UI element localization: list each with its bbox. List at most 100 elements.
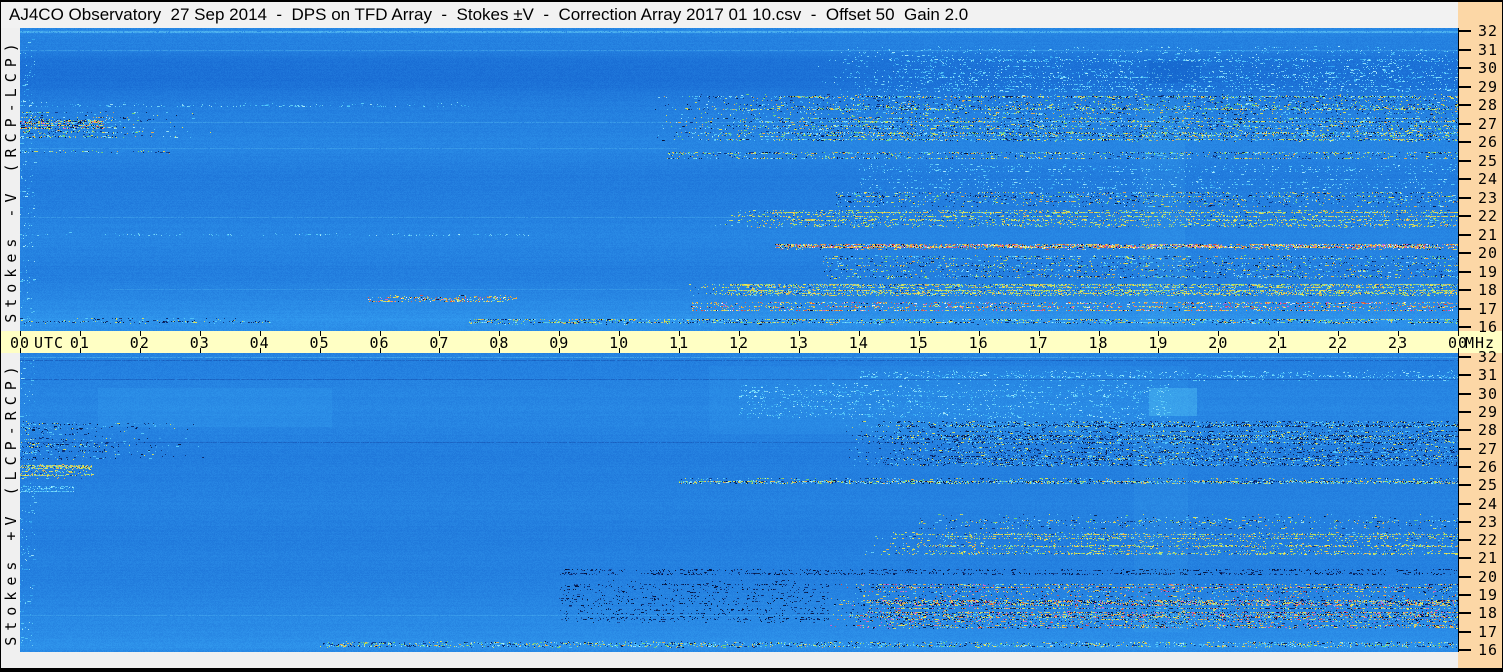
time-label: 09 (549, 334, 570, 352)
title-bar: AJ4CO Observatory 27 Sep 2014 - DPS on T… (1, 2, 1458, 28)
freq-tick (1458, 67, 1471, 69)
freq-tick (1458, 122, 1471, 125)
freq-tick (1458, 159, 1471, 162)
dynamic-spectrum-bottom (20, 353, 1458, 652)
time-label: 19 (1148, 334, 1169, 352)
freq-tick (1458, 484, 1471, 487)
freq-label: 32 (1477, 22, 1498, 40)
time-label: 06 (369, 334, 390, 352)
freq-label: 21 (1477, 549, 1498, 568)
freq-tick (1458, 465, 1471, 468)
time-label: 18 (1088, 334, 1109, 352)
freq-tick (1458, 252, 1471, 254)
freq-label: 22 (1477, 531, 1498, 550)
time-label: 16 (968, 334, 989, 352)
freq-tick (1458, 539, 1471, 542)
time-label: 03 (189, 334, 210, 352)
freq-tick (1458, 289, 1471, 291)
time-axis: UTC MHz 00 01 02 03 04 05 06 07 08 09 10 11 12 13 14 15… (1, 331, 1502, 353)
freq-tick (1458, 575, 1471, 578)
freq-tick (1458, 612, 1471, 615)
freq-label: 26 (1477, 133, 1498, 151)
freq-tick (1458, 649, 1471, 651)
freq-label: 21 (1477, 225, 1498, 244)
freq-tick (1458, 630, 1471, 633)
freq-tick (1458, 30, 1471, 32)
time-label: 01 (69, 334, 90, 352)
freq-tick (1458, 594, 1471, 597)
freq-label: 25 (1477, 476, 1498, 495)
time-label: 05 (309, 334, 330, 352)
freq-tick (1458, 85, 1471, 88)
time-label: 15 (908, 334, 929, 352)
time-label: 11 (669, 334, 690, 352)
freq-label: 28 (1477, 96, 1498, 114)
time-label: 10 (609, 334, 630, 352)
freq-label: 30 (1477, 384, 1498, 403)
freq-label: 19 (1477, 262, 1498, 281)
freq-label: 28 (1477, 421, 1498, 440)
bottom-margin (1, 652, 1458, 668)
freq-label: 16 (1477, 318, 1498, 336)
dynamic-spectrum-top (20, 28, 1458, 331)
freq-label: 29 (1477, 77, 1498, 96)
freq-tick (1458, 307, 1471, 310)
freq-tick (1458, 233, 1471, 236)
top-panel-axis-line (1458, 28, 1459, 331)
freq-tick (1458, 410, 1471, 413)
freq-label: 31 (1477, 366, 1498, 385)
freq-label: 16 (1477, 641, 1498, 659)
time-label: 22 (1328, 334, 1349, 352)
freq-tick (1458, 520, 1471, 523)
freq-tick (1458, 48, 1471, 51)
freq-tick (1458, 178, 1471, 180)
time-label: 04 (249, 334, 270, 352)
freq-tick (1458, 326, 1471, 328)
freq-label: 18 (1477, 604, 1498, 623)
top-panel-ylabel: Stokes -V (RCP-LCP) (1, 36, 20, 323)
window-title: AJ4CO Observatory 27 Sep 2014 - DPS on T… (9, 5, 969, 24)
time-label: 21 (1268, 334, 1289, 352)
top-panel-ylabel-strip: Stokes -V (RCP-LCP) (1, 28, 20, 331)
freq-label: 26 (1477, 457, 1498, 476)
freq-label: 20 (1477, 567, 1498, 586)
freq-tick (1458, 141, 1471, 143)
freq-tick (1458, 557, 1471, 560)
freq-tick (1458, 356, 1471, 358)
time-label: 13 (788, 334, 809, 352)
bottom-panel-axis-line (1458, 353, 1459, 652)
freq-label: 27 (1477, 439, 1498, 458)
freq-label: 19 (1477, 586, 1498, 605)
freq-label: 23 (1477, 512, 1498, 531)
time-label: 17 (1028, 334, 1049, 352)
bottom-panel-ylabel-strip: Stokes +V (LCP-RCP) (1, 353, 20, 652)
time-label: 14 (848, 334, 869, 352)
freq-label: 24 (1477, 494, 1498, 513)
freq-label: 30 (1477, 59, 1498, 77)
freq-label: 32 (1477, 348, 1498, 366)
time-axis-unit-left: UTC (34, 334, 65, 352)
time-label: 12 (728, 334, 750, 352)
freq-tick (1458, 270, 1471, 273)
freq-tick (1458, 215, 1471, 217)
time-label: 23 (1388, 334, 1409, 352)
freq-tick (1458, 447, 1471, 450)
freq-tick (1458, 429, 1471, 432)
freq-tick (1458, 392, 1471, 395)
freq-label: 27 (1477, 114, 1498, 133)
spectrograph-window: AJ4CO Observatory 27 Sep 2014 - DPS on T… (0, 0, 1503, 672)
bottom-panel-ylabel: Stokes +V (LCP-RCP) (1, 359, 20, 646)
freq-label: 18 (1477, 281, 1498, 299)
time-label: 20 (1208, 334, 1229, 352)
freq-label: 20 (1477, 244, 1498, 262)
freq-label: 24 (1477, 170, 1498, 188)
freq-label: 31 (1477, 40, 1498, 59)
freq-label: 25 (1477, 151, 1498, 170)
freq-label: 23 (1477, 188, 1498, 207)
freq-tick (1458, 104, 1471, 106)
freq-label: 29 (1477, 402, 1498, 421)
time-label: 08 (489, 334, 510, 352)
time-label: 02 (129, 334, 150, 352)
freq-tick (1458, 196, 1471, 199)
freq-tick (1458, 502, 1471, 505)
